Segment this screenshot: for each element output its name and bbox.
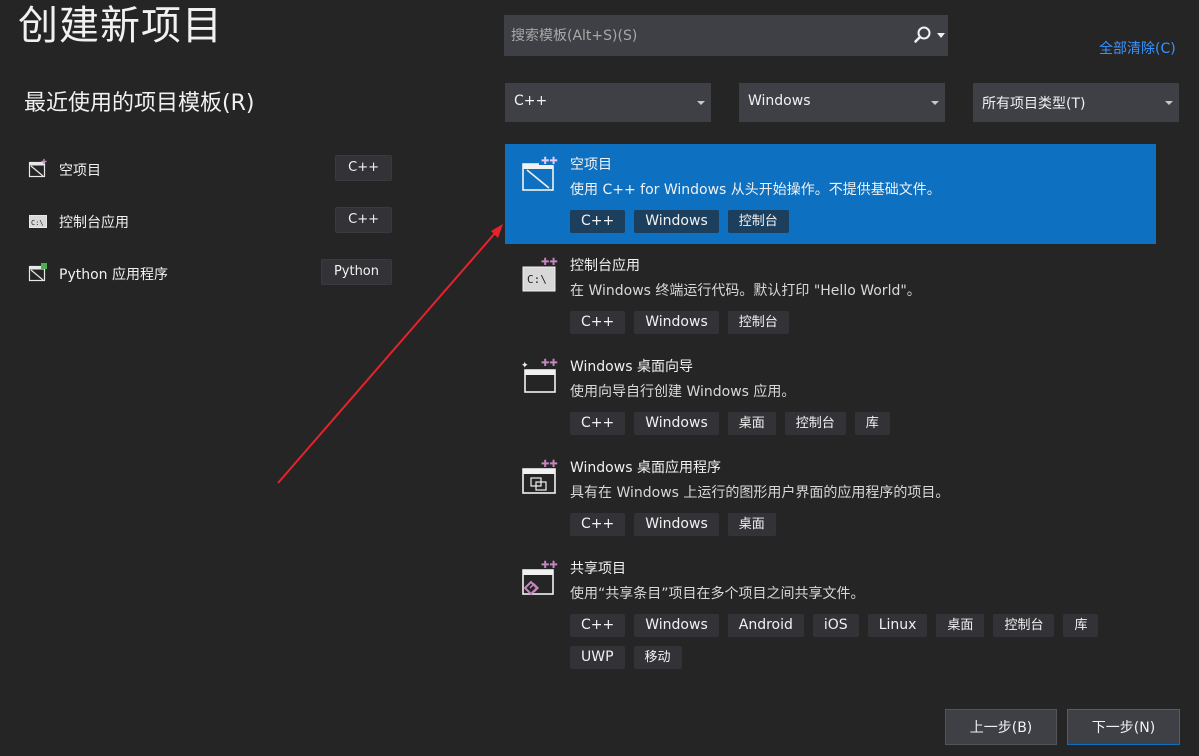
back-button[interactable]: 上一步(B) bbox=[945, 709, 1057, 745]
annotation-arrow bbox=[277, 224, 503, 484]
next-button[interactable]: 下一步(N) bbox=[1067, 709, 1180, 745]
